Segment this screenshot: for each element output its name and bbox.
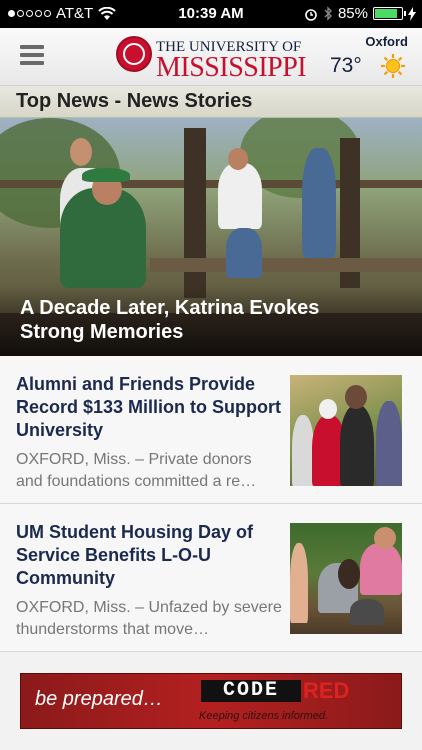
- article-summary: OXFORD, Miss. – Unfazed by severe thunde…: [16, 599, 282, 638]
- article-thumbnail: [290, 375, 402, 486]
- hamburger-icon: [20, 45, 44, 49]
- article-headline: UM Student Housing Day of Service Benefi…: [16, 522, 253, 588]
- article-summary: OXFORD, Miss. – Private donors and found…: [16, 451, 257, 490]
- bluetooth-icon: [324, 6, 332, 21]
- article-headline: Alumni and Friends Provide Record $133 M…: [16, 374, 282, 440]
- section-header: Top News - News Stories: [0, 86, 422, 118]
- banner-tagline: Keeping citizens informed.: [199, 710, 329, 722]
- sun-icon: [381, 54, 405, 78]
- status-bar: AT&T 10:39 AM 85%: [0, 0, 422, 28]
- codered-banner-ad[interactable]: be prepared… CODE RED Keeping citizens i…: [20, 673, 402, 729]
- weather-widget[interactable]: Oxford 73°: [328, 34, 408, 82]
- weather-city: Oxford: [365, 34, 408, 49]
- article-item[interactable]: UM Student Housing Day of Service Benefi…: [0, 504, 422, 652]
- menu-button[interactable]: [20, 45, 44, 65]
- section-title: Top News - News Stories: [16, 90, 253, 112]
- weather-temp: 73°: [330, 54, 362, 77]
- status-right: 85%: [304, 5, 416, 22]
- app-header: THE UNIVERSITY OF MISSISSIPPI Oxford 73°: [0, 28, 422, 86]
- featured-story-title: A Decade Later, Katrina Evokes Strong Me…: [20, 297, 320, 343]
- featured-story[interactable]: A Decade Later, Katrina Evokes Strong Me…: [0, 118, 422, 356]
- codered-logo-red: RED: [303, 678, 350, 703]
- logo-line2: MISSISSIPPI: [156, 52, 307, 83]
- article-thumbnail: [290, 523, 402, 634]
- alarm-clock-icon: [305, 8, 317, 21]
- battery-percent: 85%: [337, 5, 368, 22]
- codered-logo-code: CODE: [201, 680, 301, 702]
- university-seal-icon: [116, 36, 152, 72]
- charging-icon: [408, 6, 416, 21]
- banner-text: be prepared…: [35, 688, 163, 710]
- article-item[interactable]: Alumni and Friends Provide Record $133 M…: [0, 356, 422, 504]
- battery-icon: [373, 7, 406, 20]
- university-logo[interactable]: THE UNIVERSITY OF MISSISSIPPI: [114, 34, 310, 83]
